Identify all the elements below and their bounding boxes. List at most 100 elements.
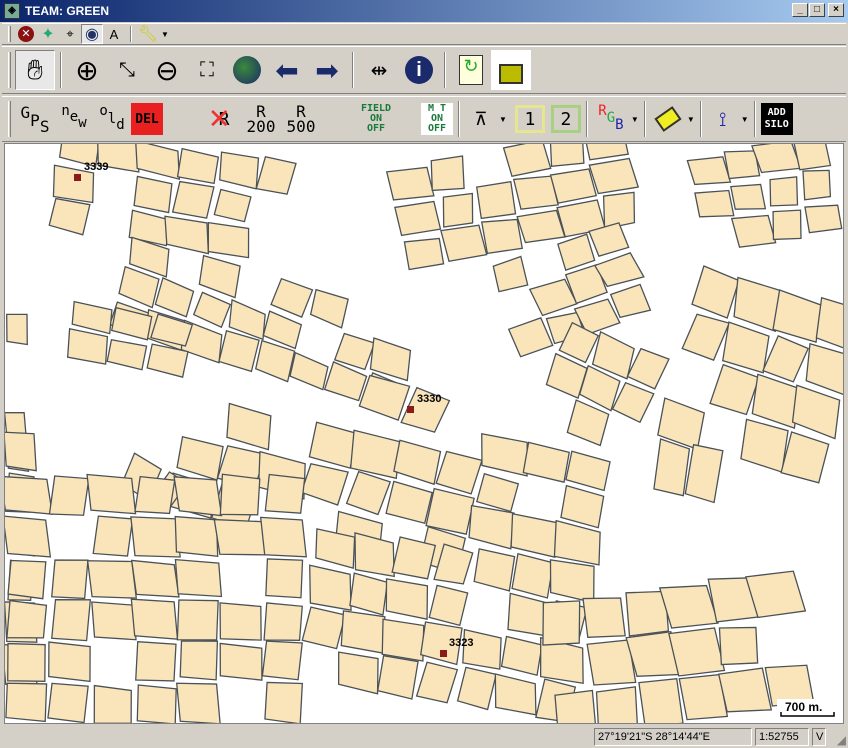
field-parcel[interactable]	[460, 628, 505, 670]
field-parcel[interactable]	[545, 144, 588, 170]
field-parcel[interactable]	[780, 431, 830, 484]
field-parcel[interactable]	[213, 188, 252, 223]
layer-2-button[interactable]: 2	[550, 105, 581, 133]
field-parcel[interactable]	[709, 363, 760, 416]
field-parcel[interactable]	[131, 144, 184, 181]
field-parcel[interactable]	[392, 439, 442, 486]
maximize-button[interactable]: □	[809, 3, 825, 17]
field-parcel[interactable]	[135, 640, 177, 682]
field-parcel[interactable]	[511, 552, 555, 599]
zoom-extent-in-icon[interactable]: ⤡	[107, 50, 147, 90]
field-parcel[interactable]	[415, 661, 459, 704]
field-parcel[interactable]	[507, 317, 554, 358]
field-parcel[interactable]	[766, 175, 801, 209]
field-parcel[interactable]	[638, 677, 684, 724]
r-cancel-button[interactable]: R ✕	[207, 97, 241, 139]
field-parcel[interactable]	[762, 334, 810, 383]
field-parcel[interactable]	[681, 313, 731, 362]
field-parcel[interactable]	[403, 235, 445, 271]
tripod-tool-icon[interactable]: ⊼	[465, 99, 497, 139]
field-parcel[interactable]	[7, 642, 46, 682]
field-parcel[interactable]	[259, 516, 308, 558]
globe-icon[interactable]	[227, 50, 267, 90]
chevron-down-icon[interactable]: ▼	[741, 115, 749, 124]
zoom-extent-out-icon[interactable]: ⛶	[187, 50, 227, 90]
field-parcel[interactable]	[582, 593, 626, 641]
gps-button[interactable]: GPS	[15, 99, 55, 139]
field-parcel[interactable]	[588, 156, 640, 196]
refresh-document-icon[interactable]: ↻	[451, 50, 491, 90]
field-parcel[interactable]	[792, 144, 832, 171]
field-parcel[interactable]	[349, 572, 389, 616]
field-parcel[interactable]	[480, 215, 524, 256]
layer-1-button[interactable]: 1	[514, 105, 545, 133]
field-parcel[interactable]	[593, 686, 641, 724]
toolbar-grip[interactable]	[8, 101, 11, 137]
field-parcel[interactable]	[385, 163, 435, 204]
chevron-down-icon[interactable]: ▼	[161, 30, 169, 39]
field-parcel[interactable]	[176, 147, 220, 185]
chevron-down-icon[interactable]: ▼	[499, 115, 507, 124]
field-parcel[interactable]	[204, 221, 252, 259]
field-parcel[interactable]	[222, 402, 276, 451]
field-parcel[interactable]	[304, 564, 356, 611]
field-parcel[interactable]	[136, 684, 177, 724]
field-parcel[interactable]	[545, 559, 598, 604]
field-parcel[interactable]	[288, 351, 331, 391]
field-parcel[interactable]	[425, 487, 475, 535]
field-parcel[interactable]	[338, 610, 387, 654]
field-parcel[interactable]	[456, 666, 497, 711]
field-parcel[interactable]	[553, 689, 599, 724]
r200-button[interactable]: R 200	[241, 99, 281, 139]
field-parcel[interactable]	[475, 180, 518, 221]
parcel-map[interactable]: 3339 3330 3323 700 m.	[5, 144, 844, 724]
field-parcel[interactable]	[161, 215, 213, 255]
field-parcel[interactable]	[465, 504, 517, 550]
field-parcel[interactable]	[691, 265, 740, 319]
info-icon[interactable]: i	[399, 50, 439, 90]
field-parcel[interactable]	[334, 651, 383, 695]
field-parcel[interactable]	[195, 254, 244, 299]
new-button[interactable]: new	[55, 99, 93, 139]
resize-grip-icon[interactable]: ◢	[837, 733, 846, 747]
satellite-target-icon[interactable]: ⌖	[59, 24, 81, 44]
field-parcel[interactable]	[730, 181, 767, 214]
field-parcel[interactable]	[358, 374, 411, 421]
field-parcel[interactable]	[800, 167, 834, 201]
old-button[interactable]: old	[93, 99, 131, 139]
field-parcel[interactable]	[537, 598, 585, 648]
field-parcel[interactable]	[219, 602, 262, 641]
north-arrow-icon[interactable]: A	[103, 24, 125, 44]
wrench-icon[interactable]: 🔧︎	[137, 24, 159, 44]
r500-button[interactable]: R 500	[281, 99, 321, 139]
back-arrow-icon[interactable]: ⬅	[267, 50, 307, 90]
satellite-map-icon[interactable]: ✦	[37, 24, 59, 44]
field-parcel[interactable]	[382, 578, 432, 620]
close-button[interactable]: ×	[828, 3, 844, 17]
rgb-button[interactable]: RGB	[593, 99, 629, 139]
field-parcel[interactable]	[308, 288, 350, 329]
field-parcel[interactable]	[428, 584, 469, 627]
field-parcel[interactable]	[301, 606, 347, 650]
measure-icon[interactable]: ⇹	[359, 50, 399, 90]
field-parcel[interactable]	[300, 463, 349, 506]
mt-toggle-button[interactable]: M T ON OFF	[421, 103, 453, 135]
field-parcel[interactable]	[70, 300, 114, 335]
field-parcel[interactable]	[491, 673, 541, 716]
unlock-icon[interactable]	[491, 50, 531, 90]
field-parcel[interactable]	[51, 559, 89, 600]
field-parcel[interactable]	[218, 329, 261, 373]
pan-hand-icon[interactable]: ✋︎	[15, 50, 55, 90]
field-parcel[interactable]	[264, 473, 306, 514]
field-parcel[interactable]	[668, 627, 726, 678]
field-parcel[interactable]	[506, 512, 561, 558]
field-parcel[interactable]	[716, 623, 761, 668]
field-parcel[interactable]	[730, 212, 777, 250]
field-parcel[interactable]	[502, 144, 552, 178]
field-parcel[interactable]	[48, 475, 90, 516]
field-parcel[interactable]	[130, 516, 181, 558]
field-parcel[interactable]	[179, 640, 219, 681]
field-parcel[interactable]	[217, 151, 260, 190]
field-parcel[interactable]	[133, 175, 173, 214]
field-toggle-button[interactable]: FIELD ON OFF	[353, 99, 399, 139]
